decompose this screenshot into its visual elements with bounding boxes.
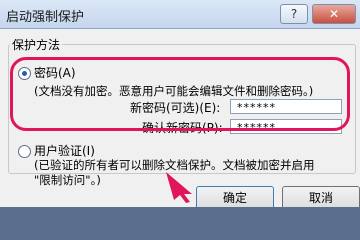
close-button[interactable]: ✕ [312, 4, 356, 24]
user-auth-description-line2: "限制访问"。) [34, 173, 101, 187]
user-auth-radio[interactable] [18, 145, 31, 158]
help-button[interactable]: ? [280, 4, 308, 24]
dialog-title: 启动强制保护 [6, 10, 85, 25]
ok-button[interactable]: 确定 [196, 186, 274, 207]
protection-dialog: 启动强制保护 ? ✕ 保护方法 密码(A) (文档没有加密。恶意用户可能会编辑文… [0, 0, 360, 207]
cancel-button[interactable]: 取消 [282, 186, 360, 207]
title-bar: 启动强制保护 ? ✕ [0, 0, 360, 29]
highlight-annotation [10, 57, 350, 131]
pointer-arrow-icon [166, 172, 192, 203]
group-title: 保护方法 [10, 36, 63, 53]
